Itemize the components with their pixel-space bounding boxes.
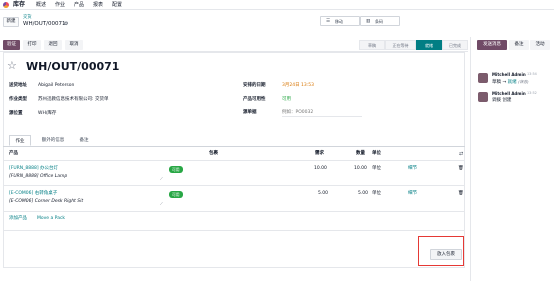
row-product-name[interactable]: [FURN_8888] 办公台灯 [9, 166, 58, 172]
log-note-button[interactable]: 备注 [509, 40, 529, 50]
move-a-pack-link[interactable]: Move a Pack [37, 216, 65, 222]
put-in-pack-button[interactable]: 放入包裹 [430, 249, 462, 260]
message-time: 13:52 [527, 91, 537, 95]
menu-reporting[interactable]: 报表 [93, 2, 103, 8]
row-details-link[interactable]: 细节 [408, 191, 417, 197]
arrow-right-icon: → [502, 80, 507, 85]
message-author: Mitchell Admin [492, 72, 526, 77]
operation-type-field[interactable]: 苏州迅教信息技术有限公司: 交货单 [38, 97, 108, 103]
row-unit: 单位 [372, 166, 381, 171]
row-divider [3, 185, 465, 186]
app-name[interactable]: 库存 [13, 2, 25, 8]
tracking-new-value: 就绪 [507, 80, 517, 85]
row-product-name[interactable]: [E-COM06] 右转角桌子 [9, 191, 57, 197]
product-availability-label: 产品可用性 [243, 97, 266, 102]
print-button[interactable]: 打印 [23, 40, 41, 50]
breadcrumb-current: WH/OUT/00071 [23, 21, 66, 27]
row-demand: 10.00 [314, 166, 327, 171]
column-quantity[interactable]: 数量 [356, 151, 365, 157]
table-footer-divider [3, 230, 465, 231]
list-icon: ☰ [326, 19, 331, 24]
barcode-toggle-button[interactable]: ▥ 条码 [360, 16, 400, 26]
column-settings-icon[interactable]: ⇄ [459, 151, 463, 157]
header-divider [3, 160, 465, 161]
source-location-label: 源位置 [9, 111, 23, 116]
row-quantity[interactable]: 10.00 [354, 166, 367, 172]
status-done[interactable]: 已完成 [442, 40, 468, 50]
delivery-address-field[interactable]: Abigail Peterson [38, 83, 74, 89]
scheduled-date-label: 安排的日期 [243, 83, 266, 88]
return-button[interactable]: 退回 [44, 40, 62, 50]
status-waiting[interactable]: 正在等待 [385, 40, 416, 50]
row-divider [3, 211, 465, 212]
status-ready[interactable]: 就绪 [416, 40, 442, 50]
resize-handle-icon: ⟋ [160, 176, 163, 181]
avatar [478, 92, 488, 102]
tracking-old-value: 草稿 [492, 80, 501, 85]
validate-button[interactable]: 验证 [3, 40, 20, 50]
row-demand: 5.00 [318, 191, 329, 196]
menu-configuration[interactable]: 配置 [112, 2, 122, 8]
trash-icon[interactable]: 🗑 [458, 166, 464, 172]
message-time: 13:54 [527, 72, 537, 76]
send-message-button[interactable]: 发送消息 [477, 40, 507, 50]
moves-toggle-button[interactable]: ☰ 移动 [320, 16, 360, 26]
new-button[interactable]: 新建 [3, 17, 19, 27]
tabs-divider [3, 146, 465, 147]
gear-icon[interactable]: ⚙ [64, 21, 68, 27]
source-document-input[interactable] [282, 109, 362, 117]
tab-operations[interactable]: 作业 [9, 135, 31, 146]
product-availability-value: 可用 [282, 97, 291, 102]
moves-toggle-label: 移动 [335, 19, 343, 24]
add-product-link[interactable]: 添加产品 [9, 216, 27, 222]
chatter-divider [470, 37, 471, 281]
source-document-label: 源单据 [243, 110, 257, 115]
operation-type-label: 作业类型 [9, 97, 27, 102]
delivery-address-label: 送货地址 [9, 83, 27, 88]
barcode-icon: ▥ [366, 19, 371, 24]
resize-handle-icon: ⟋ [160, 201, 163, 206]
menu-overview[interactable]: 概述 [36, 2, 46, 8]
status-draft[interactable]: 草稿 [359, 40, 385, 50]
action-bar: 验证 打印 退回 取消 草稿 正在等待 就绪 已完成 [0, 37, 468, 52]
row-details-link[interactable]: 细节 [408, 166, 417, 172]
availability-badge: 可用 [169, 191, 183, 198]
tracking-field: (状态) [518, 79, 529, 84]
activities-button[interactable]: 活动 [530, 40, 550, 50]
barcode-toggle-label: 条码 [375, 19, 383, 24]
message-author: Mitchell Admin [492, 91, 526, 96]
menu-products[interactable]: 产品 [74, 2, 84, 8]
column-unit[interactable]: 单位 [372, 151, 381, 157]
app-logo-icon[interactable] [3, 2, 9, 8]
row-product-description[interactable]: [FURN_8888] Office Lamp [9, 174, 67, 180]
avatar [478, 73, 488, 83]
star-icon[interactable]: ☆ [7, 60, 17, 72]
record-title: WH/OUT/00071 [26, 60, 120, 73]
cancel-button[interactable]: 取消 [65, 40, 83, 50]
column-package[interactable]: 包裹 [209, 151, 218, 157]
trash-icon[interactable]: 🗑 [458, 191, 464, 197]
message-body: 草稿 → 就绪 (状态) [492, 79, 529, 85]
row-product-description[interactable]: [E-COM06] Corner Desk Right Sit [9, 199, 83, 205]
row-quantity[interactable]: 5.00 [358, 191, 368, 197]
scheduled-date-field[interactable]: 3月24日 13:53 [282, 83, 314, 89]
message-body: 调拨 创建 [492, 98, 512, 103]
availability-badge: 可用 [169, 166, 183, 173]
menu-operations[interactable]: 作业 [55, 2, 65, 8]
tab-additional-info[interactable]: 额外的信息 [35, 135, 71, 146]
source-location-field[interactable]: WH/库存 [38, 111, 56, 117]
column-demand[interactable]: 需求 [315, 151, 324, 157]
row-unit: 单位 [372, 191, 381, 196]
column-product[interactable]: 产品 [9, 151, 18, 157]
tab-note[interactable]: 备注 [74, 135, 94, 146]
breadcrumb-parent-link[interactable]: 交货 [23, 15, 32, 20]
